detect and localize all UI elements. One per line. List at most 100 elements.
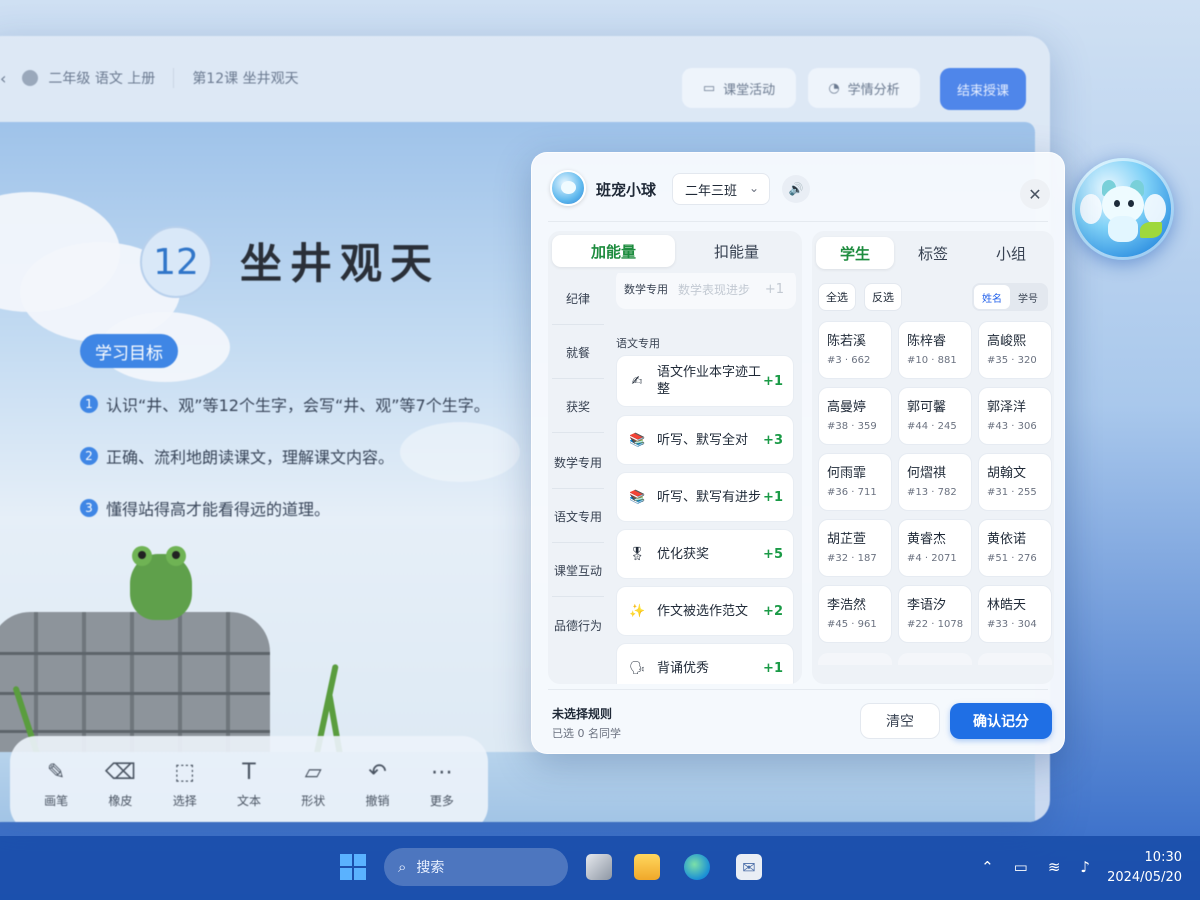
chevron-up-icon[interactable]: ⌃ xyxy=(981,858,994,876)
confirm-score-button[interactable]: 确认记分 xyxy=(950,703,1052,739)
student-card[interactable]: 林皓天 #33 · 304 xyxy=(978,585,1052,643)
tool-eraser[interactable]: ⌫ 橡皮 xyxy=(90,760,150,809)
class-activity-button[interactable]: ▭ 课堂活动 xyxy=(682,68,796,108)
tab-deduct-energy[interactable]: 扣能量 xyxy=(675,235,798,267)
pet-eye xyxy=(1128,200,1134,207)
student-name: 陈若溪 xyxy=(827,334,867,349)
well-row xyxy=(0,730,270,733)
learning-goal-badge: 学习目标 xyxy=(80,334,178,368)
edge-browser-icon[interactable] xyxy=(684,854,710,880)
student-card-partial xyxy=(818,653,892,665)
student-meta: #51 · 276 xyxy=(987,553,1037,564)
student-name: 胡芷萱 xyxy=(827,532,867,547)
tab-groups[interactable]: 小组 xyxy=(972,237,1050,269)
system-clock[interactable]: 10:30 2024/05/20 xyxy=(1107,848,1182,888)
student-card[interactable]: 陈梓睿 #10 · 881 xyxy=(898,321,972,379)
shape-icon: ▱ xyxy=(304,759,322,785)
tool-more[interactable]: ⋯ 更多 xyxy=(412,760,472,809)
tab-add-energy[interactable]: 加能量 xyxy=(552,235,675,267)
rule-card[interactable]: 🗣 背诵优秀 +1 xyxy=(616,643,794,684)
student-meta: #38 · 359 xyxy=(827,421,877,432)
volume-icon[interactable]: ♪ xyxy=(1080,858,1090,876)
category-item[interactable]: 课堂互动 xyxy=(552,545,604,597)
student-card[interactable]: 胡芷萱 #32 · 187 xyxy=(818,519,892,577)
student-name: 何雨霏 xyxy=(827,466,867,481)
rule-card[interactable]: 📚 听写、默写全对 +3 xyxy=(616,415,794,465)
pet-ball-widget[interactable] xyxy=(1072,158,1174,260)
rule-card[interactable]: ✍ 语文作业本字迹工整 +1 xyxy=(616,355,794,407)
energy-rules-section: 加能量 扣能量 纪律 就餐 获奖 数学专用 语文专用 课堂互动 品德行为 数学专… xyxy=(548,231,802,684)
student-card[interactable]: 高曼婷 #38 · 359 xyxy=(818,387,892,445)
close-icon[interactable]: ✕ xyxy=(1020,179,1050,209)
windows-start-icon[interactable] xyxy=(340,854,366,880)
taskbar-search[interactable]: ⌕ 搜索 xyxy=(384,848,568,886)
class-select-dropdown[interactable]: 二年三班 ⌄ xyxy=(672,173,770,205)
tab-students[interactable]: 学生 xyxy=(816,237,894,269)
student-card[interactable]: 黄依诺 #51 · 276 xyxy=(978,519,1052,577)
breadcrumb-course[interactable]: 二年级 语文 上册 xyxy=(48,68,155,88)
student-card[interactable]: 胡翰文 #31 · 255 xyxy=(978,453,1052,511)
selected-count-status: 已选 0 名同学 xyxy=(552,727,621,740)
sort-by-name[interactable]: 姓名 xyxy=(974,285,1010,309)
student-card[interactable]: 陈若溪 #3 · 662 xyxy=(818,321,892,379)
student-grid: 陈若溪 #3 · 662 陈梓睿 #10 · 881 高峻熙 #35 · 320 高曼… xyxy=(818,321,1052,665)
student-meta: #32 · 187 xyxy=(827,553,877,564)
student-card[interactable]: 郭泽洋 #43 · 306 xyxy=(978,387,1052,445)
student-card[interactable]: 何熠祺 #13 · 782 xyxy=(898,453,972,511)
tool-shape[interactable]: ▱ 形状 xyxy=(283,760,343,809)
goal-line: 3 懂得站得高才能看得远的道理。 xyxy=(80,496,330,520)
end-class-button[interactable]: 结束授课 xyxy=(940,68,1026,110)
category-item[interactable]: 获奖 xyxy=(552,381,604,433)
category-item[interactable]: 品德行为 xyxy=(552,599,604,651)
task-view-icon[interactable] xyxy=(586,854,612,880)
file-explorer-icon[interactable] xyxy=(634,854,660,880)
student-name: 陈梓睿 xyxy=(907,334,947,349)
pen-icon: ✎ xyxy=(46,759,66,785)
breadcrumb-divider xyxy=(173,68,175,88)
taskbar: ⌕ 搜索 ✉ ⌃ ▭ ≋ ♪ 10:30 2024/05/20 xyxy=(0,836,1200,900)
search-icon: ⌕ xyxy=(398,858,407,876)
tool-label: 选择 xyxy=(172,793,197,808)
student-card[interactable]: 李浩然 #45 · 961 xyxy=(818,585,892,643)
goal-text: 懂得站得高才能看得远的道理。 xyxy=(106,500,331,519)
tool-pen[interactable]: ✎ 画笔 xyxy=(26,760,86,809)
student-name: 李语汐 xyxy=(907,598,947,613)
rule-card[interactable]: 📚 听写、默写有进步 +1 xyxy=(616,472,794,522)
add-icon[interactable] xyxy=(22,70,39,86)
student-meta: #4 · 2071 xyxy=(907,553,957,564)
category-item[interactable]: 语文专用 xyxy=(552,491,604,543)
tool-text[interactable]: T 文本 xyxy=(219,760,279,809)
battery-icon[interactable]: ▭ xyxy=(1014,858,1028,876)
student-meta: #22 · 1078 xyxy=(907,619,964,630)
speaking-icon: 🗣 xyxy=(629,660,646,676)
category-item[interactable]: 数学专用 xyxy=(552,437,604,489)
tool-select[interactable]: ⬚ 选择 xyxy=(155,760,215,809)
rule-category-list: 纪律 就餐 获奖 数学专用 语文专用 课堂互动 品德行为 xyxy=(548,273,606,684)
back-chevron-icon[interactable]: ‹ xyxy=(0,69,6,88)
student-card[interactable]: 李语汐 #22 · 1078 xyxy=(898,585,972,643)
breadcrumb-lesson: 第12课 坐井观天 xyxy=(192,71,299,87)
tool-undo[interactable]: ↶ 撤销 xyxy=(348,760,408,809)
select-all-button[interactable]: 全选 xyxy=(818,283,856,311)
clear-button[interactable]: 清空 xyxy=(860,703,940,739)
rule-points: +2 xyxy=(763,603,783,619)
category-item[interactable]: 就餐 xyxy=(552,327,604,379)
tool-label: 文本 xyxy=(236,793,261,808)
sort-by-number[interactable]: 学号 xyxy=(1010,285,1046,309)
wifi-icon[interactable]: ≋ xyxy=(1048,858,1061,876)
rule-card[interactable]: 🎖 优化获奖 +5 xyxy=(616,529,794,579)
student-card[interactable]: 高峻熙 #35 · 320 xyxy=(978,321,1052,379)
invert-selection-button[interactable]: 反选 xyxy=(864,283,902,311)
analysis-button[interactable]: ◔ 学情分析 xyxy=(808,68,920,108)
undo-icon: ↶ xyxy=(368,759,387,785)
rule-card[interactable]: ✨ 作文被选作范文 +2 xyxy=(616,586,794,636)
tab-tags[interactable]: 标签 xyxy=(894,237,972,269)
student-card[interactable]: 何雨霏 #36 · 711 xyxy=(818,453,892,511)
student-card[interactable]: 郭可馨 #44 · 245 xyxy=(898,387,972,445)
category-item[interactable]: 纪律 xyxy=(552,273,604,325)
student-card[interactable]: 黄睿杰 #4 · 2071 xyxy=(898,519,972,577)
goal-line: 2 正确、流利地朗读课文，理解课文内容。 xyxy=(80,444,394,468)
sound-icon[interactable]: 🔊 xyxy=(782,175,810,203)
rule-card-math[interactable]: 数学专用 数学表现进步 +1 xyxy=(616,273,796,309)
mail-icon[interactable]: ✉ xyxy=(736,854,762,880)
